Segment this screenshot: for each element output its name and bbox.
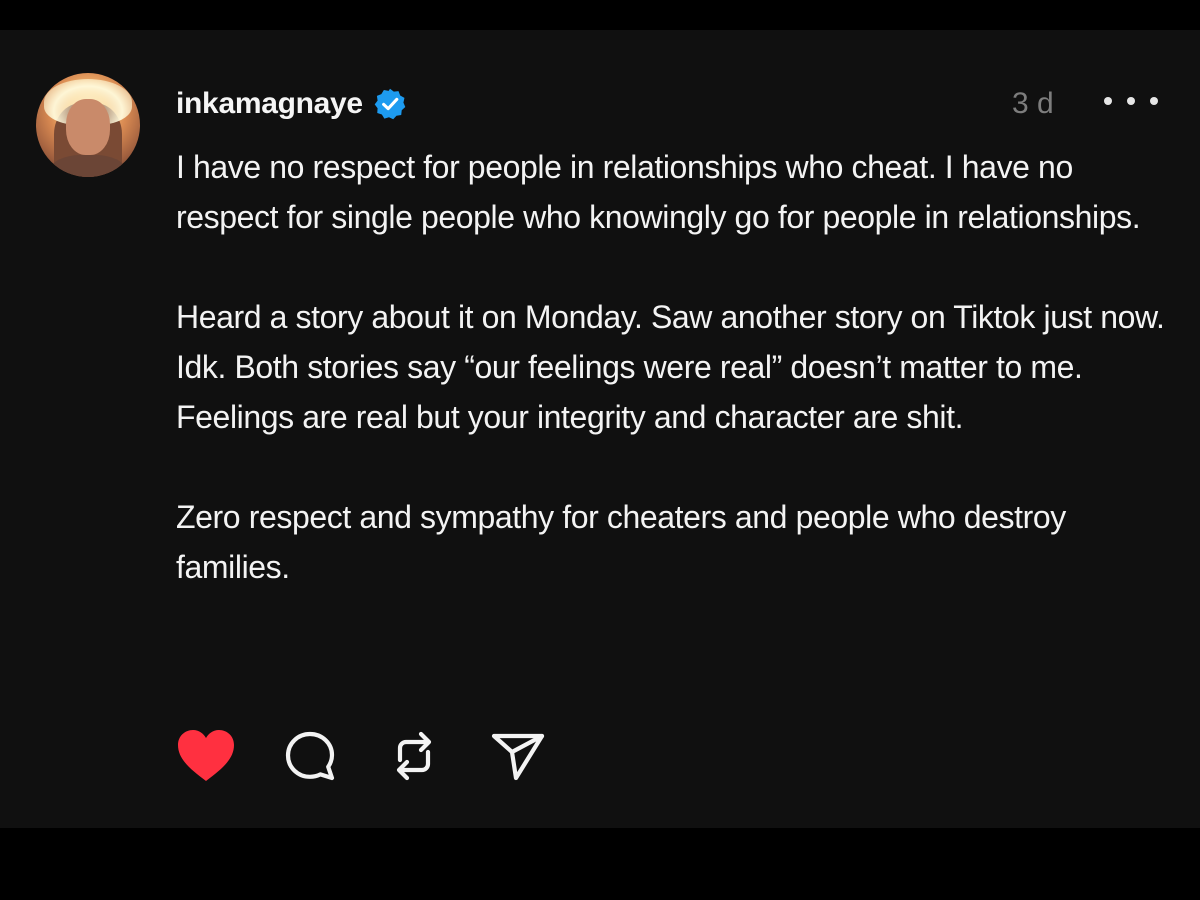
more-dot [1104,97,1112,105]
avatar[interactable] [36,73,140,177]
username-link[interactable]: inkamagnaye [176,87,363,121]
post-paragraph: I have no respect for people in relation… [176,149,1141,235]
screenshot-frame: inkamagnaye 3 d I have no respect for pe… [0,0,1200,900]
more-dot [1150,97,1158,105]
like-button[interactable] [176,726,236,786]
heart-icon [178,730,234,781]
verified-badge-icon [374,88,406,120]
comment-button[interactable] [280,726,340,786]
more-options-icon[interactable] [1104,86,1158,116]
avatar-face [66,99,110,155]
more-dot [1127,97,1135,105]
post-paragraph: Zero respect and sympathy for cheaters a… [176,499,1066,585]
post-header: inkamagnaye [176,84,407,124]
post-timestamp: 3 d [1012,87,1054,120]
thread-post: inkamagnaye 3 d I have no respect for pe… [0,30,1200,828]
post-body: I have no respect for people in relation… [176,142,1166,592]
repost-icon [396,731,432,781]
post-paragraph: Heard a story about it on Monday. Saw an… [176,299,1165,435]
share-button[interactable] [488,726,548,786]
avatar-body [50,155,126,177]
comment-icon [285,731,335,781]
send-icon [491,733,545,781]
repost-button[interactable] [384,726,444,786]
post-actions [176,726,592,786]
